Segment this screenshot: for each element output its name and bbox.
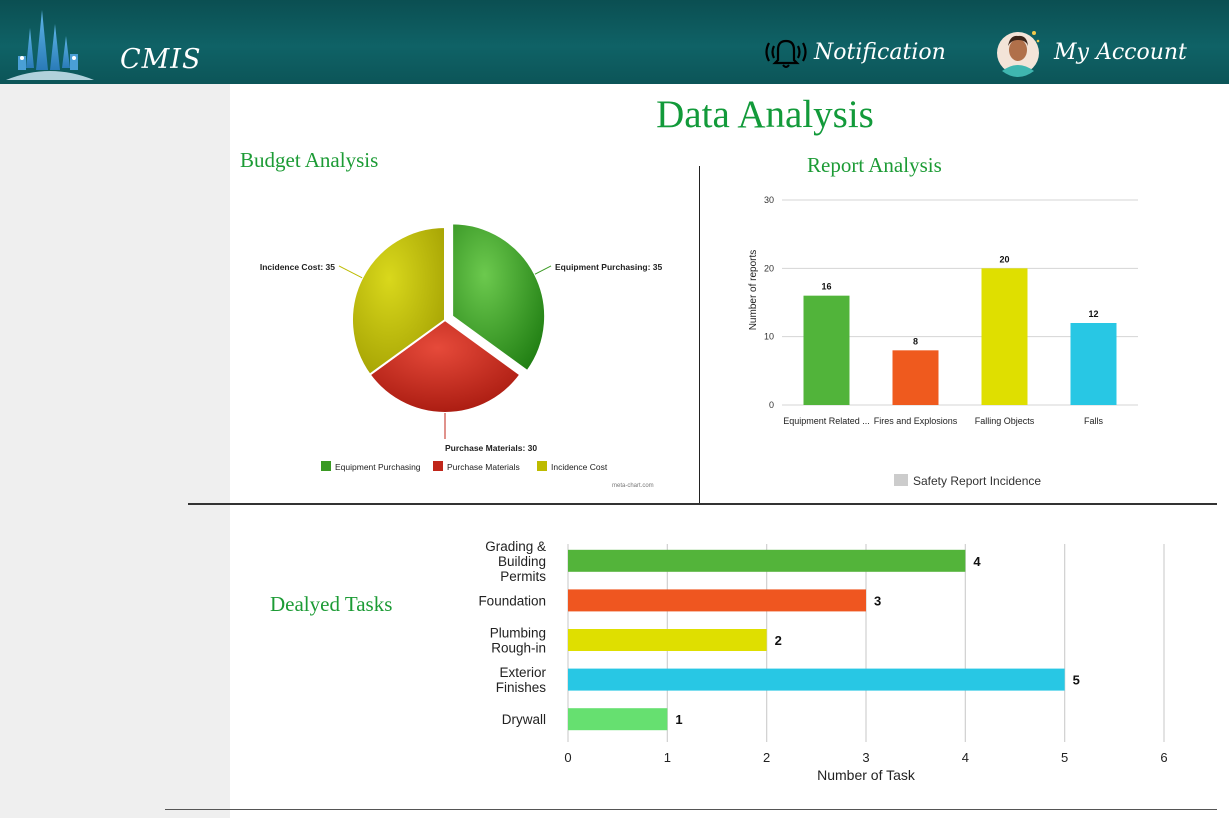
y-tick-label: Exterior Finishes [496,665,547,695]
bar [892,350,939,405]
budget-pie-chart: Equipment Purchasing: 35 Purchase Materia… [240,190,695,495]
budget-analysis-title: Budget Analysis [240,148,379,172]
legend-swatch [894,474,908,486]
pie-label-leader [338,265,363,279]
legend-swatch [537,461,547,471]
bar-value-label: 8 [913,336,918,346]
legend-label: Purchase Materials [447,462,520,472]
bar-value-label: 5 [1073,673,1080,688]
y-tick-label: Grading & Building Permits [485,539,546,584]
y-tick-label: 10 [764,332,774,342]
report-analysis-title: Report Analysis [807,153,942,177]
delayed-tasks-title: Dealyed Tasks [270,592,393,616]
sidebar [0,84,230,818]
y-tick-label: 20 [764,263,774,273]
notification-button[interactable]: Notification [762,32,946,72]
bar [568,629,767,651]
y-axis-title: Number of reports [748,250,759,331]
bell-icon [765,39,807,68]
bar [803,295,850,405]
x-tick-label: 2 [763,750,770,765]
notification-label: Notification [814,39,946,65]
chart-credit: meta-chart.com [612,483,654,489]
bar [1070,323,1117,405]
legend-label: Incidence Cost [551,462,608,472]
panel-divider-vertical [699,166,700,504]
x-tick-label: Equipment Related ... [783,416,870,426]
y-tick-label: Drywall [502,712,546,727]
pie-label-leader [534,265,552,275]
bar-value-label: 20 [999,254,1009,264]
report-bar-chart: 0 10 20 30 16 Equipment Related ... 8 Fires an… [738,180,1158,498]
x-tick-label: 0 [564,750,571,765]
bar-value-label: 4 [973,554,981,569]
bar-value-label: 3 [874,593,881,608]
bar [981,268,1028,405]
y-tick-label: 30 [764,195,774,205]
pie-slice-label: Purchase Materials: 30 [445,443,537,453]
bar-value-label: 2 [775,633,782,648]
x-tick-label: Fires and Explosions [874,416,958,426]
x-tick-label: 1 [664,750,671,765]
legend-label: Safety Report Incidence [913,474,1041,488]
x-tick-label: Falls [1084,416,1104,426]
building-logo-icon[interactable] [4,6,96,82]
panel-divider-horizontal [188,503,1217,505]
bar [568,708,668,731]
my-account-button[interactable]: My Account [996,26,1187,78]
user-avatar-icon [997,31,1040,77]
bar [568,549,966,572]
x-tick-label: 5 [1061,750,1068,765]
page-title: Data Analysis [656,93,874,136]
x-tick-label: 3 [862,750,869,765]
bar [568,589,866,612]
pie-slice-label: Incidence Cost: 35 [260,262,335,272]
app-brand-name[interactable]: CMIS [120,44,201,75]
legend-swatch [433,461,443,471]
page-bottom-divider [165,809,1217,810]
bar-value-label: 16 [821,282,831,292]
bar-value-label: 12 [1088,309,1098,319]
legend-swatch [321,461,331,471]
pie-slice-label: Equipment Purchasing: 35 [555,262,662,272]
x-tick-label: 6 [1160,750,1167,765]
bar-value-label: 1 [675,712,682,727]
top-navigation-bar: CMIS Notification My Account [0,0,1229,84]
y-tick-label: Foundation [478,593,546,608]
x-axis-title: Number of Task [817,767,916,783]
x-tick-label: 4 [962,750,969,765]
y-tick-label: Plumbing Rough-in [490,626,546,656]
delayed-tasks-bar-chart: 0 1 2 3 4 5 6 4 Grading & Building Permits 3 Founda… [430,532,1190,792]
y-tick-label: 0 [769,400,774,410]
x-tick-label: Falling Objects [975,416,1035,426]
my-account-label: My Account [1054,39,1187,65]
bar [568,668,1065,691]
legend-label: Equipment Purchasing [335,462,421,472]
